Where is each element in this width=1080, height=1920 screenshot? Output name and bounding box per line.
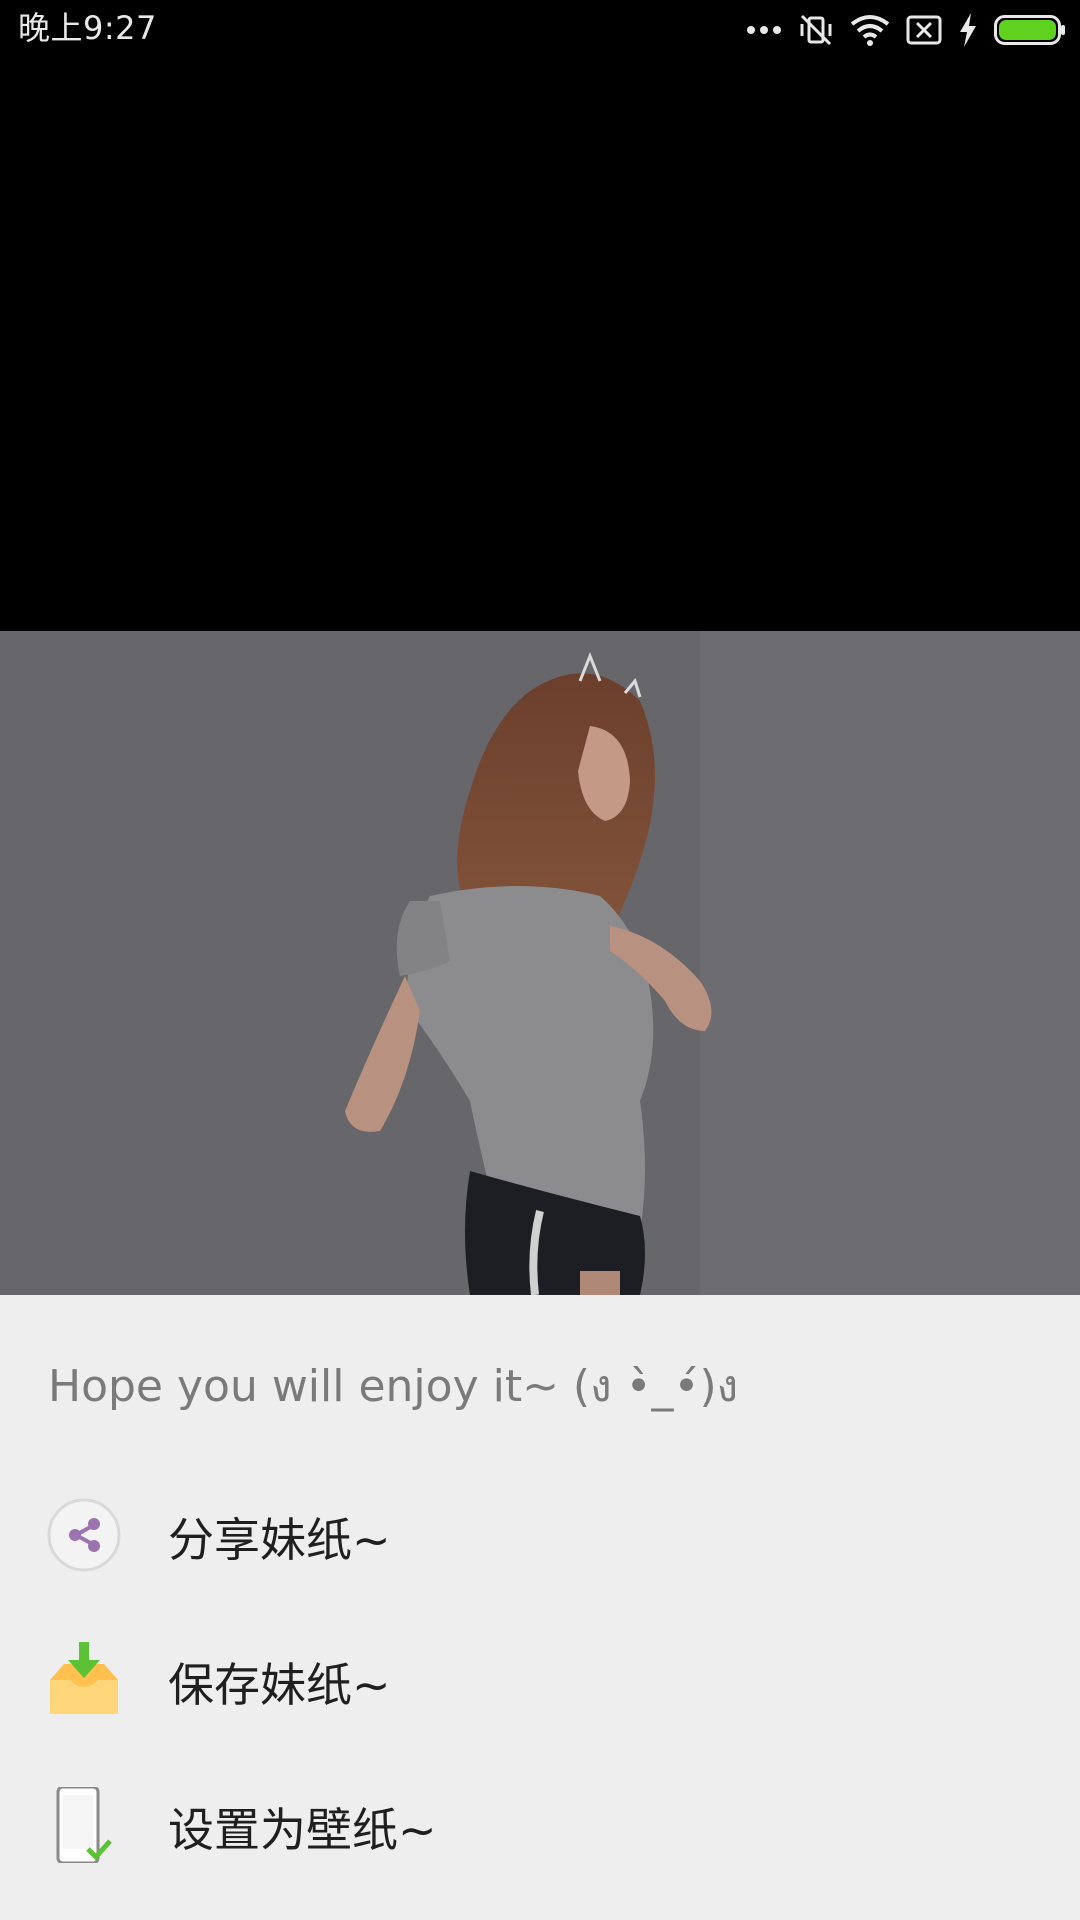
sheet-title: Hope you will enjoy it~ (ง •̀_•́)ง [48, 1361, 739, 1412]
status-time: 晚上9:27 [18, 9, 157, 47]
photo-image[interactable] [0, 631, 1080, 1295]
action-sheet: Hope you will enjoy it~ (ง •̀_•́)ง 分享妹纸~ [0, 1295, 1080, 1920]
share-icon [46, 1497, 122, 1573]
set-wallpaper-item[interactable]: 设置为壁纸~ [0, 1760, 1080, 1890]
status-icons [746, 12, 1066, 48]
wifi-icon [850, 14, 890, 46]
vibrate-off-icon [798, 12, 834, 48]
share-item[interactable]: 分享妹纸~ [0, 1470, 1080, 1600]
status-bar: 晚上9:27 [0, 0, 1080, 58]
charging-icon [958, 13, 978, 47]
share-label: 分享妹纸~ [168, 1513, 391, 1567]
save-tray-icon [46, 1642, 122, 1718]
save-label: 保存妹纸~ [168, 1658, 391, 1712]
screen: 晚上9:27 Hope you will enjoy it~ (ง •̀_•́)… [0, 0, 1080, 1920]
more-icon [746, 25, 782, 35]
save-item[interactable]: 保存妹纸~ [0, 1615, 1080, 1745]
sim-off-icon [906, 15, 942, 45]
battery-icon [994, 15, 1066, 45]
phone-wallpaper-icon [46, 1785, 122, 1865]
set-wallpaper-label: 设置为壁纸~ [168, 1803, 437, 1857]
